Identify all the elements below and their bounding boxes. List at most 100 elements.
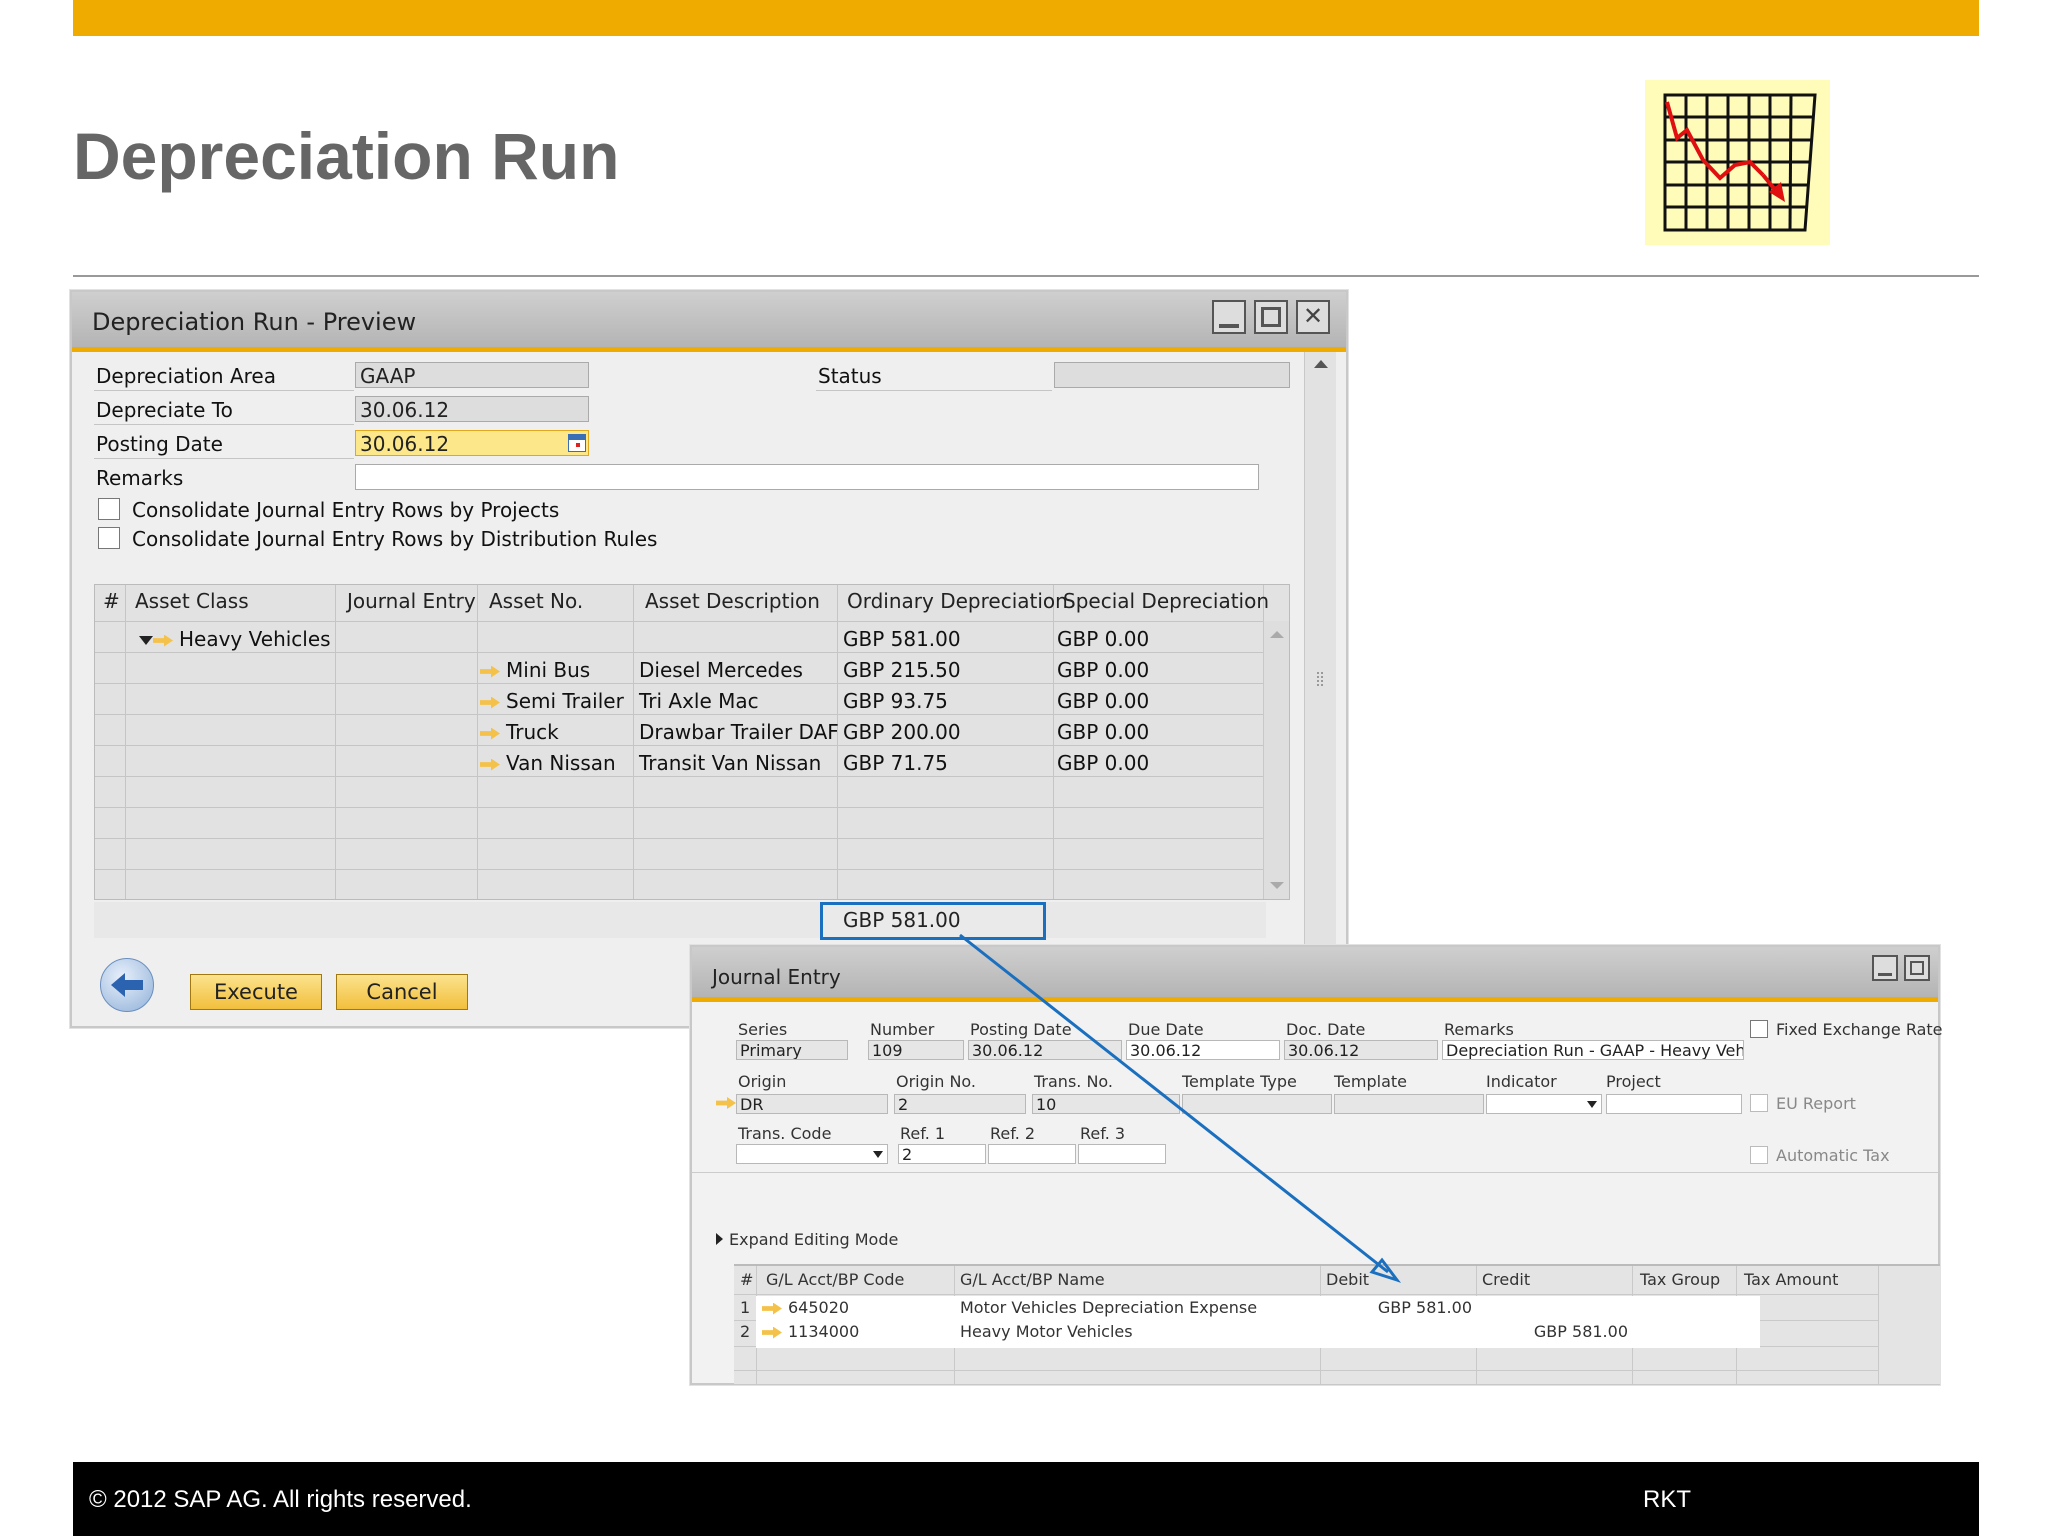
automatic-tax-checkbox[interactable] xyxy=(1750,1146,1768,1164)
template-field[interactable] xyxy=(1334,1094,1484,1114)
due-date-field[interactable]: 30.06.12 xyxy=(1126,1040,1280,1060)
col-header-num[interactable]: # xyxy=(740,1270,753,1289)
asset-no-cell[interactable]: Truck xyxy=(480,720,559,744)
remarks-field[interactable]: Depreciation Run - GAAP - Heavy Vehicl xyxy=(1442,1040,1744,1060)
link-arrow-icon[interactable] xyxy=(480,758,500,771)
form-scrollbar[interactable] xyxy=(1304,352,1336,952)
origin-no-field[interactable]: 2 xyxy=(894,1094,1026,1114)
maximize-button[interactable] xyxy=(1254,300,1288,334)
close-icon: ✕ xyxy=(1302,302,1324,330)
asset-no-cell[interactable]: Semi Trailer xyxy=(480,689,624,713)
journal-titlebar[interactable]: Journal Entry xyxy=(692,947,1938,1002)
project-label: Project xyxy=(1606,1072,1661,1091)
journal-window-title: Journal Entry xyxy=(712,965,841,989)
row-number: 2 xyxy=(740,1322,751,1341)
remarks-label: Remarks xyxy=(96,466,184,490)
link-arrow-icon[interactable] xyxy=(716,1097,736,1109)
link-arrow-icon[interactable] xyxy=(762,1302,782,1315)
expand-triangle-icon[interactable] xyxy=(139,636,153,645)
cancel-button[interactable]: Cancel xyxy=(336,974,468,1010)
ordinary-cell: GBP 93.75 xyxy=(843,689,948,713)
template-type-field[interactable] xyxy=(1182,1094,1332,1114)
grid-scrollbar[interactable] xyxy=(1263,621,1289,899)
expand-editing-mode[interactable]: Expand Editing Mode xyxy=(716,1230,898,1249)
footer-code: RKT xyxy=(1643,1486,1691,1513)
consolidate-projects-checkbox[interactable] xyxy=(98,498,120,520)
ref3-field[interactable] xyxy=(1078,1144,1166,1164)
status-field xyxy=(1054,362,1290,388)
col-header-account-name[interactable]: G/L Acct/BP Name xyxy=(960,1270,1105,1289)
fixed-exchange-rate-checkbox[interactable] xyxy=(1750,1020,1768,1038)
posting-date-field[interactable]: 30.06.12 xyxy=(355,430,589,456)
execute-button[interactable]: Execute xyxy=(190,974,322,1010)
account-name-cell: Motor Vehicles Depreciation Expense xyxy=(960,1298,1258,1317)
total-ordinary-highlight: GBP 581.00 xyxy=(820,902,1046,940)
window-titlebar[interactable]: Depreciation Run - Preview ✕ xyxy=(72,292,1346,352)
scroll-up-icon[interactable] xyxy=(1270,631,1284,638)
group-special: GBP 0.00 xyxy=(1057,627,1150,651)
depreciation-area-label: Depreciation Area xyxy=(96,364,276,388)
col-header-ordinary-depreciation[interactable]: Ordinary Depreciation xyxy=(847,589,1068,613)
col-header-asset-description[interactable]: Asset Description xyxy=(645,589,820,613)
remarks-field[interactable] xyxy=(355,464,1259,490)
copyright-text: © 2012 SAP AG. All rights reserved. xyxy=(89,1486,472,1513)
posting-date-field[interactable]: 30.06.12 xyxy=(968,1040,1122,1060)
col-header-credit[interactable]: Credit xyxy=(1482,1270,1530,1289)
ref2-label: Ref. 2 xyxy=(990,1124,1036,1143)
minimize-button[interactable] xyxy=(1872,955,1898,981)
trans-no-field[interactable]: 10 xyxy=(1032,1094,1180,1114)
due-date-label: Due Date xyxy=(1128,1020,1204,1039)
eu-report-checkbox[interactable] xyxy=(1750,1094,1768,1112)
ref2-field[interactable] xyxy=(988,1144,1076,1164)
col-header-tax-group[interactable]: Tax Group xyxy=(1640,1270,1720,1289)
col-header-asset-no[interactable]: Asset No. xyxy=(489,589,583,613)
close-button[interactable]: ✕ xyxy=(1296,300,1330,334)
asset-description-cell: Tri Axle Mac xyxy=(639,689,759,713)
col-header-account-code[interactable]: G/L Acct/BP Code xyxy=(766,1270,904,1289)
depreciation-area-field[interactable]: GAAP xyxy=(355,362,589,388)
account-code-cell[interactable]: 1134000 xyxy=(762,1322,859,1341)
link-arrow-icon[interactable] xyxy=(480,727,500,740)
origin-label: Origin xyxy=(738,1072,787,1091)
window-title: Depreciation Run - Preview xyxy=(92,308,417,336)
ref1-field[interactable]: 2 xyxy=(898,1144,986,1164)
depreciate-to-label: Depreciate To xyxy=(96,398,233,422)
slide-title: Depreciation Run xyxy=(73,119,620,193)
col-header-journal-entry[interactable]: Journal Entry xyxy=(347,589,476,613)
ordinary-cell: GBP 71.75 xyxy=(843,751,948,775)
group-row-heavy-vehicles[interactable]: Heavy Vehicles xyxy=(139,627,331,651)
series-field[interactable]: Primary xyxy=(736,1040,848,1060)
slide-footer: © 2012 SAP AG. All rights reserved. RKT xyxy=(73,1462,1979,1536)
number-field[interactable]: 109 xyxy=(868,1040,964,1060)
indicator-dropdown[interactable] xyxy=(1486,1094,1602,1114)
col-header-special-depreciation[interactable]: Special Depreciation xyxy=(1063,589,1269,613)
project-field[interactable] xyxy=(1606,1094,1742,1114)
asset-no-cell[interactable]: Mini Bus xyxy=(480,658,590,682)
calendar-icon[interactable] xyxy=(568,434,586,452)
link-arrow-icon[interactable] xyxy=(153,634,173,647)
special-cell: GBP 0.00 xyxy=(1057,689,1150,713)
minimize-button[interactable] xyxy=(1212,300,1246,334)
maximize-button[interactable] xyxy=(1904,955,1930,981)
col-header-num[interactable]: # xyxy=(103,589,120,613)
consolidate-distribution-checkbox[interactable] xyxy=(98,527,120,549)
link-arrow-icon[interactable] xyxy=(480,696,500,709)
scroll-down-icon[interactable] xyxy=(1270,882,1284,889)
back-button[interactable] xyxy=(100,958,154,1012)
title-divider xyxy=(73,275,1979,277)
trans-code-label: Trans. Code xyxy=(738,1124,832,1143)
origin-field[interactable]: DR xyxy=(736,1094,888,1114)
asset-no-cell[interactable]: Van Nissan xyxy=(480,751,616,775)
trans-code-dropdown[interactable] xyxy=(736,1144,888,1164)
depreciate-to-field[interactable]: 30.06.12 xyxy=(355,396,589,422)
scroll-grip-icon[interactable] xyxy=(1317,672,1323,686)
col-header-debit[interactable]: Debit xyxy=(1326,1270,1369,1289)
link-arrow-icon[interactable] xyxy=(762,1326,782,1339)
scroll-up-icon[interactable] xyxy=(1314,360,1328,368)
link-arrow-icon[interactable] xyxy=(480,665,500,678)
col-header-tax-amount[interactable]: Tax Amount xyxy=(1744,1270,1838,1289)
doc-date-field[interactable]: 30.06.12 xyxy=(1284,1040,1438,1060)
col-header-asset-class[interactable]: Asset Class xyxy=(135,589,249,613)
account-code-cell[interactable]: 645020 xyxy=(762,1298,849,1317)
ref3-label: Ref. 3 xyxy=(1080,1124,1126,1143)
